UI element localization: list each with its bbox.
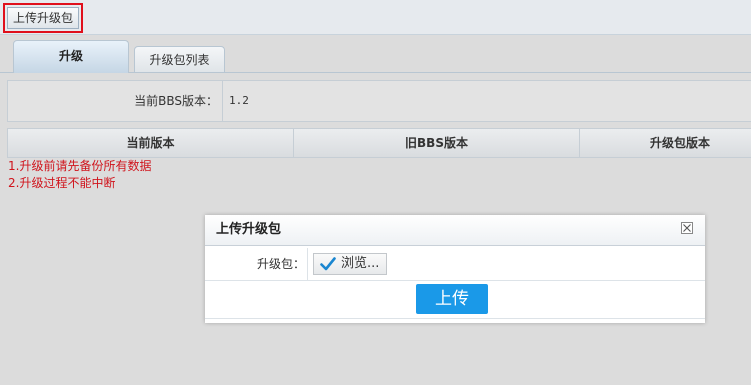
tab-upgrade[interactable]: 升级 [13,40,129,73]
package-field-label: 升级包： [256,257,305,271]
warning-note-backup: 1.升级前请先备份所有数据 [8,159,152,173]
close-icon[interactable] [681,222,693,234]
column-old-bbs-version[interactable]: 旧BBS版本 [294,129,580,157]
current-version-value: 1.2 [229,94,249,107]
field-separator [307,248,308,280]
tab-package-list[interactable]: 升级包列表 [134,46,225,73]
package-field-row: 升级包： 浏览... [205,248,705,281]
upload-dialog: 上传升级包 升级包： 浏览... 上传 [205,215,705,323]
toolbar: 上传升级包 [0,0,751,35]
version-grid-header: 当前版本 旧BBS版本 升级包版本 [7,128,751,158]
browse-button[interactable]: 浏览... [313,253,387,275]
browse-button-label: 浏览... [341,256,380,271]
dialog-title: 上传升级包 [216,222,282,237]
version-info-table: 当前BBS版本： 1.2 [7,80,751,122]
current-version-label: 当前BBS版本： [8,81,223,121]
dialog-bottom-divider [205,318,705,319]
column-current-version[interactable]: 当前版本 [8,129,294,157]
column-package-version[interactable]: 升级包版本 [580,129,751,157]
upload-submit-button[interactable]: 上传 [416,284,488,314]
checkmark-icon [320,257,336,271]
upload-package-button[interactable]: 上传升级包 [2,3,84,33]
dialog-header: 上传升级包 [205,215,705,246]
warning-note-no-interrupt: 2.升级过程不能中断 [8,176,116,190]
